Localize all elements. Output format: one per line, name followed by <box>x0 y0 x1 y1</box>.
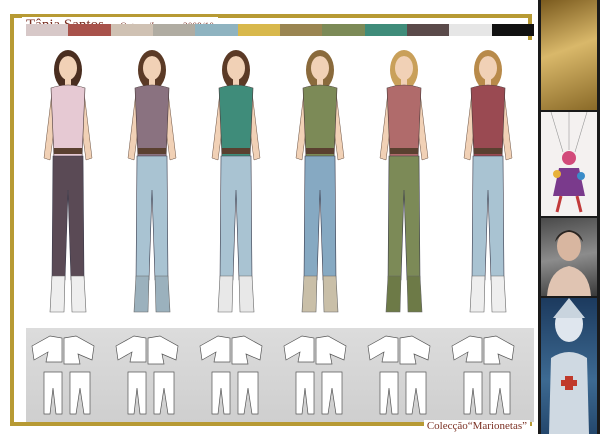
fashion-figure-6 <box>463 50 513 313</box>
figure-illustrations <box>43 50 513 313</box>
collection-caption: Colecção“Marionetas” <box>423 420 530 432</box>
fashion-figure-2 <box>127 50 177 313</box>
color-swatch-6 <box>237 24 280 36</box>
fashion-figure-4 <box>295 50 345 313</box>
flat-sketch-2 <box>115 335 179 415</box>
flat-sketch-6 <box>451 335 515 415</box>
inspiration-photo-marionette <box>541 112 597 216</box>
fashion-figure-1 <box>43 50 93 313</box>
flat-sketch-1 <box>31 335 95 415</box>
fashion-lineup <box>26 40 534 328</box>
fashion-figure-5 <box>379 50 429 313</box>
flat-sketch-5 <box>367 335 431 415</box>
color-swatch-8 <box>322 24 365 36</box>
flat-sketch-3 <box>199 335 263 415</box>
color-palette <box>26 24 534 36</box>
inspiration-photo-puppet <box>541 298 597 434</box>
color-swatch-12 <box>491 24 534 36</box>
color-swatch-1 <box>26 24 69 36</box>
color-swatch-4 <box>152 24 196 36</box>
color-swatch-11 <box>449 24 492 36</box>
mood-board: Tânia Santos - Outono/Inverno 2009/10 Co… <box>0 0 600 434</box>
color-swatch-9 <box>364 24 407 36</box>
color-swatch-3 <box>110 24 153 36</box>
color-swatch-2 <box>68 24 111 36</box>
flat-sketch-4 <box>283 335 347 415</box>
color-swatch-10 <box>406 24 450 36</box>
inspiration-photo-doll <box>541 0 597 110</box>
inspiration-strip <box>538 0 600 434</box>
fashion-figure-3 <box>211 50 261 313</box>
color-swatch-5 <box>195 24 238 36</box>
flat-sketches <box>31 335 515 415</box>
inspiration-photo-portrait <box>541 218 597 296</box>
color-swatch-7 <box>279 24 323 36</box>
technical-flats <box>26 328 534 422</box>
